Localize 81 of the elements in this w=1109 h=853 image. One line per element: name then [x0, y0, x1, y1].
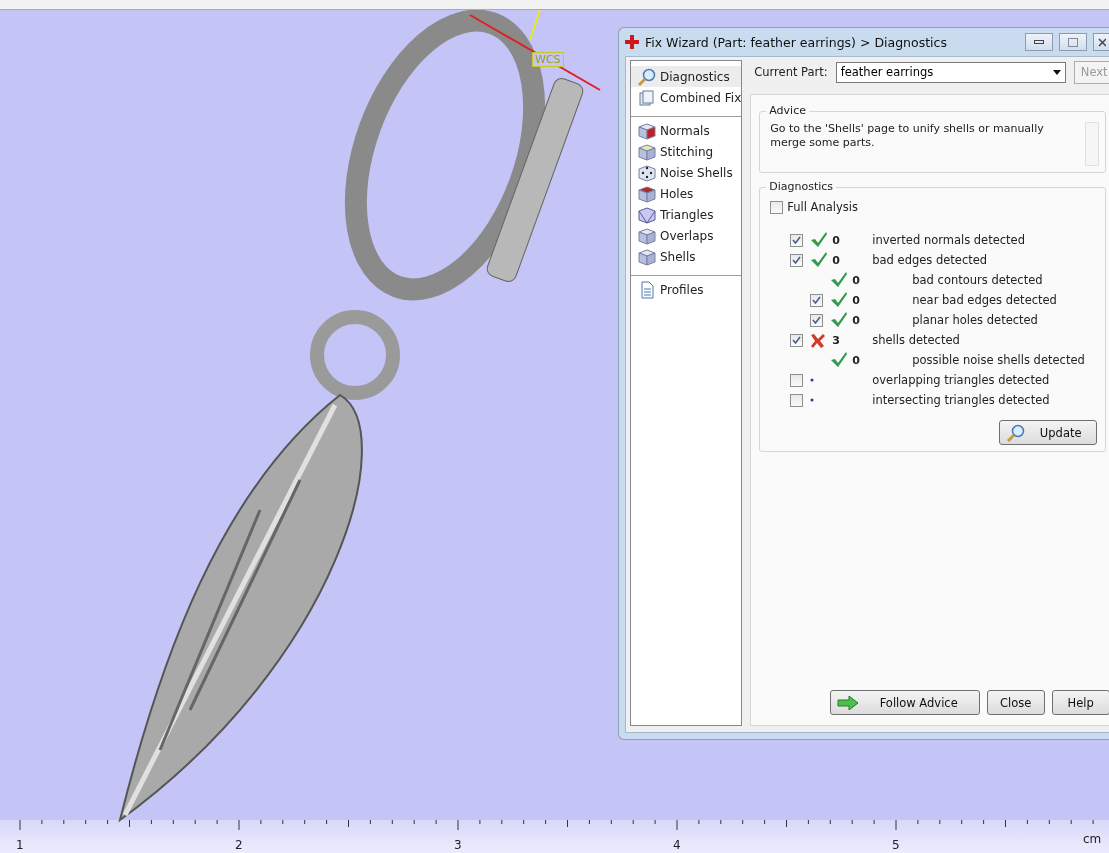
checkbox-label: Full Analysis — [787, 200, 858, 214]
check-icon — [810, 232, 829, 248]
checkbox[interactable] — [770, 200, 784, 214]
minimize-icon — [1034, 40, 1044, 44]
scrollbar — [1084, 122, 1099, 166]
check-label: bad contours detected — [911, 273, 1044, 287]
dice-icon — [637, 163, 657, 182]
check-label: bad edges detected — [872, 253, 989, 267]
checkbox[interactable] — [790, 373, 804, 387]
cube-icon — [637, 142, 657, 161]
group-title: Diagnostics — [766, 180, 837, 193]
sidebar-item[interactable]: Holes — [631, 183, 742, 204]
sidebar-item[interactable]: Overlaps — [631, 225, 742, 246]
arrow-icon — [836, 695, 859, 710]
check-label: overlapping triangles detected — [872, 373, 1051, 387]
ruler-label: 4 — [673, 838, 681, 852]
advice-text: Go to the 'Shells' page to unify shells or manually merge some parts. — [770, 122, 1045, 151]
checkbox[interactable] — [790, 253, 804, 267]
unit-label: cm — [1083, 832, 1102, 846]
checkbox[interactable] — [810, 313, 824, 327]
result-count: 0 — [852, 313, 861, 327]
wireframe-cube-icon — [637, 205, 657, 224]
pages-icon — [637, 88, 657, 107]
dialog-button[interactable]: Help — [1051, 690, 1109, 715]
axis-label: WCS — [532, 52, 564, 67]
group-title: Advice — [766, 104, 809, 117]
window-title: Fix Wizard (Part: feather earrings) > Diagnostics — [645, 34, 948, 50]
sidebar-item[interactable]: Shells — [631, 246, 742, 267]
check-icon — [830, 352, 849, 368]
search-icon — [637, 67, 657, 86]
check-label: planar holes detected — [911, 313, 1039, 327]
current-part-label: Current Part: — [754, 65, 828, 79]
check-label: shells detected — [872, 333, 961, 347]
result-count: 0 — [852, 293, 861, 307]
checkbox[interactable] — [810, 293, 824, 307]
search-icon — [1005, 423, 1026, 442]
result-count: 0 — [852, 273, 861, 287]
maximize-icon — [1068, 37, 1078, 47]
part-dropdown[interactable]: feather earrings — [835, 61, 1066, 83]
result-count: 3 — [832, 333, 841, 347]
sidebar-item[interactable]: Stitching — [631, 141, 742, 162]
checkbox[interactable] — [790, 393, 804, 407]
dialog-button[interactable]: Close — [986, 690, 1045, 715]
cube-icon — [637, 247, 657, 266]
check-icon — [810, 252, 829, 268]
sidebar-item[interactable]: Combined Fix — [631, 87, 742, 108]
sidebar-item[interactable]: Normals — [631, 120, 742, 141]
close-button[interactable] — [1093, 33, 1109, 51]
maximize-button[interactable] — [1059, 33, 1087, 51]
result-count: 0 — [832, 253, 841, 267]
check-icon — [830, 272, 849, 288]
ruler-label: 3 — [454, 838, 462, 852]
update-button[interactable]: Update — [998, 420, 1097, 445]
check-label: possible noise shells detected — [911, 353, 1086, 367]
result-count: 0 — [852, 353, 861, 367]
sidebar-item[interactable]: Diagnostics — [631, 66, 742, 87]
ruler-label: 1 — [16, 838, 24, 852]
dot-icon — [810, 378, 815, 382]
check-icon — [830, 312, 849, 328]
check-label: inverted normals detected — [872, 233, 1026, 247]
follow-advice-button[interactable]: Follow Advice — [829, 690, 980, 715]
check-icon — [830, 292, 849, 308]
dot-icon — [810, 398, 815, 402]
caret-icon — [1052, 69, 1061, 75]
check-label: intersecting triangles detected — [872, 393, 1051, 407]
result-count: 0 — [832, 233, 841, 247]
checkbox[interactable] — [790, 333, 804, 347]
cross-icon — [810, 332, 827, 348]
cube-icon — [637, 226, 657, 245]
close-icon — [1097, 37, 1106, 47]
sidebar-item[interactable]: Triangles — [631, 204, 742, 225]
cube-icon — [637, 121, 657, 140]
minimize-button[interactable] — [1025, 33, 1053, 51]
sidebar-item[interactable]: Noise Shells — [631, 162, 742, 183]
medical-cross-icon — [625, 35, 639, 49]
ruler-label: 2 — [235, 838, 243, 852]
ruler-label: 5 — [892, 838, 900, 852]
sidebar-item[interactable]: Profiles — [631, 279, 742, 300]
check-label: near bad edges detected — [911, 293, 1058, 307]
checkbox[interactable] — [790, 233, 804, 247]
cube-icon — [637, 184, 657, 203]
